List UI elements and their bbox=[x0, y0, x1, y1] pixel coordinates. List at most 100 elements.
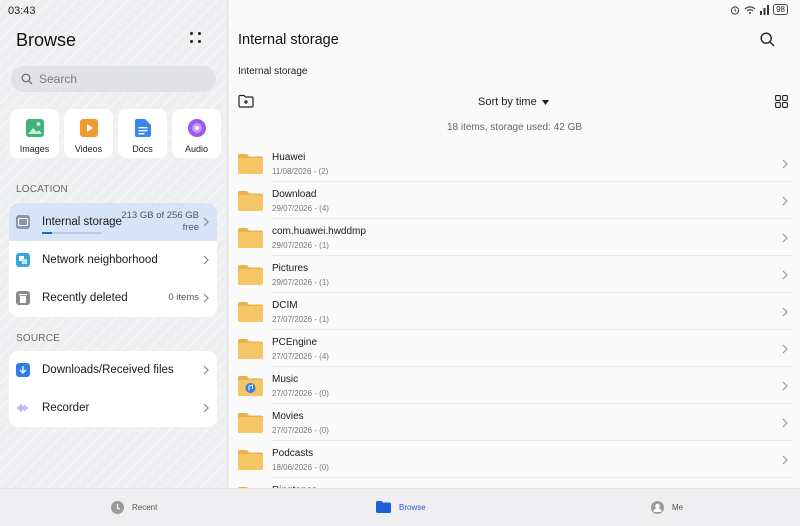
chevron-right-icon bbox=[203, 255, 209, 265]
user-icon bbox=[651, 501, 664, 514]
location-section-label: LOCATION bbox=[16, 184, 68, 195]
search-bar[interactable] bbox=[11, 66, 216, 92]
chevron-right-icon bbox=[782, 159, 788, 169]
page-title: Internal storage bbox=[238, 32, 339, 48]
chevron-right-icon bbox=[782, 418, 788, 428]
sidebar-item-label: Network neighborhood bbox=[42, 254, 158, 266]
sidebar-item-downloads[interactable]: Downloads/Received files bbox=[9, 351, 217, 389]
sidebar-item-label: Recently deleted bbox=[42, 292, 128, 304]
sidebar-item-label: Internal storage bbox=[42, 216, 122, 228]
sort-dropdown[interactable]: Sort by time bbox=[478, 96, 549, 108]
bottom-navigation: Recent Browse Me bbox=[0, 488, 800, 526]
sidebar-item-recently-deleted[interactable]: Recently deleted 0 items bbox=[9, 279, 217, 317]
status-icons: 98 bbox=[730, 4, 788, 15]
sort-label: Sort by time bbox=[478, 96, 537, 108]
file-row[interactable]: Download 29/07/2026 - (4) bbox=[229, 182, 800, 219]
category-docs[interactable]: Docs bbox=[118, 109, 167, 158]
file-name: Movies bbox=[272, 411, 304, 422]
storage-summary: 18 items, storage used: 42 GB bbox=[446, 122, 583, 133]
source-card: Downloads/Received files Recorder bbox=[9, 351, 217, 427]
chevron-right-icon bbox=[203, 217, 209, 227]
music-folder-icon bbox=[238, 376, 263, 396]
chevron-right-icon bbox=[782, 455, 788, 465]
sidebar-item-internal-storage[interactable]: Internal storage 213 GB of 256 GB free bbox=[9, 203, 217, 241]
grid-view-icon[interactable] bbox=[775, 95, 788, 108]
folder-icon bbox=[238, 413, 263, 433]
file-meta: 27/07/2026 - (0) bbox=[272, 389, 329, 398]
category-videos[interactable]: Videos bbox=[64, 109, 113, 158]
file-row[interactable]: Huawei 11/08/2026 - (2) bbox=[229, 145, 800, 182]
nav-browse-label: Browse bbox=[399, 502, 426, 512]
folder-icon bbox=[238, 302, 263, 322]
file-row[interactable]: Podcasts 18/06/2026 - (0) bbox=[229, 441, 800, 478]
storage-usage-bar bbox=[42, 232, 102, 234]
folder-icon bbox=[238, 339, 263, 359]
chevron-right-icon bbox=[782, 344, 788, 354]
sidebar-item-label: Recorder bbox=[42, 402, 90, 414]
nav-me[interactable]: Me bbox=[651, 501, 683, 514]
file-meta: 29/07/2026 - (4) bbox=[272, 204, 329, 213]
storage-free-info: 213 GB of 256 GB free bbox=[121, 210, 199, 233]
images-icon bbox=[25, 119, 44, 137]
search-input[interactable] bbox=[39, 72, 199, 86]
sidebar-item-network-neighborhood[interactable]: Network neighborhood bbox=[9, 241, 217, 279]
category-videos-label: Videos bbox=[74, 144, 103, 154]
file-row[interactable]: Pictures 29/07/2026 - (1) bbox=[229, 256, 800, 293]
file-name: PCEngine bbox=[272, 337, 318, 348]
signal-icon bbox=[760, 4, 770, 15]
chevron-right-icon bbox=[203, 403, 209, 413]
category-audio-label: Audio bbox=[184, 144, 209, 154]
docs-icon bbox=[134, 119, 151, 137]
clock-icon bbox=[111, 501, 124, 514]
category-shortcuts: Images Videos Docs Audio bbox=[10, 109, 221, 158]
deleted-count: 0 items bbox=[168, 292, 199, 303]
file-row[interactable]: Movies 27/07/2026 - (0) bbox=[229, 404, 800, 441]
file-meta: 11/08/2026 - (2) bbox=[272, 167, 329, 176]
file-row[interactable]: com.huawei.hwddmp 29/07/2026 - (1) bbox=[229, 219, 800, 256]
chevron-right-icon bbox=[782, 381, 788, 391]
status-bar: 03:43 98 bbox=[0, 0, 800, 22]
nav-recent[interactable]: Recent bbox=[111, 501, 157, 514]
folder-icon bbox=[238, 228, 263, 248]
nav-me-label: Me bbox=[672, 503, 684, 512]
search-icon[interactable] bbox=[760, 32, 775, 47]
folder-icon bbox=[238, 265, 263, 285]
file-row[interactable]: Ringtones bbox=[229, 478, 800, 488]
storage-usage-fill bbox=[42, 232, 53, 234]
file-meta: 29/07/2026 - (1) bbox=[272, 278, 329, 287]
category-docs-label: Docs bbox=[132, 144, 153, 154]
file-row[interactable]: DCIM 27/07/2026 - (1) bbox=[229, 293, 800, 330]
file-row[interactable]: PCEngine 27/07/2026 - (4) bbox=[229, 330, 800, 367]
file-name: Podcasts bbox=[272, 448, 314, 459]
wifi-icon bbox=[744, 5, 756, 14]
folder-icon bbox=[238, 154, 263, 174]
breadcrumb[interactable]: Internal storage bbox=[238, 66, 308, 77]
caret-down-icon bbox=[541, 99, 549, 105]
sidebar: Browse Images Videos Docs Audio LOCATION… bbox=[0, 0, 228, 488]
file-meta: 27/07/2026 - (4) bbox=[272, 352, 329, 361]
file-name: com.huawei.hwddmp bbox=[272, 226, 366, 237]
download-icon bbox=[16, 363, 30, 377]
nav-browse[interactable]: Browse bbox=[376, 501, 426, 513]
category-audio[interactable]: Audio bbox=[172, 109, 221, 158]
file-row[interactable]: Music 27/07/2026 - (0) bbox=[229, 367, 800, 404]
sidebar-item-label: Downloads/Received files bbox=[42, 364, 174, 376]
storage-icon bbox=[16, 215, 30, 229]
new-folder-icon[interactable] bbox=[238, 94, 254, 108]
sidebar-item-recorder[interactable]: Recorder bbox=[9, 389, 217, 427]
file-meta: 18/06/2026 - (0) bbox=[272, 463, 329, 472]
videos-icon bbox=[79, 119, 98, 137]
chevron-right-icon bbox=[203, 293, 209, 303]
audio-icon bbox=[187, 119, 206, 137]
chevron-right-icon bbox=[782, 233, 788, 243]
folder-icon bbox=[238, 191, 263, 211]
location-card: Internal storage 213 GB of 256 GB free N… bbox=[9, 203, 217, 317]
search-icon bbox=[21, 73, 33, 85]
battery-indicator: 98 bbox=[773, 4, 788, 15]
category-images[interactable]: Images bbox=[10, 109, 59, 158]
more-options-icon[interactable] bbox=[190, 32, 206, 48]
chevron-right-icon bbox=[782, 307, 788, 317]
chevron-right-icon bbox=[782, 196, 788, 206]
file-name: Pictures bbox=[272, 263, 309, 274]
chevron-right-icon bbox=[782, 270, 788, 280]
